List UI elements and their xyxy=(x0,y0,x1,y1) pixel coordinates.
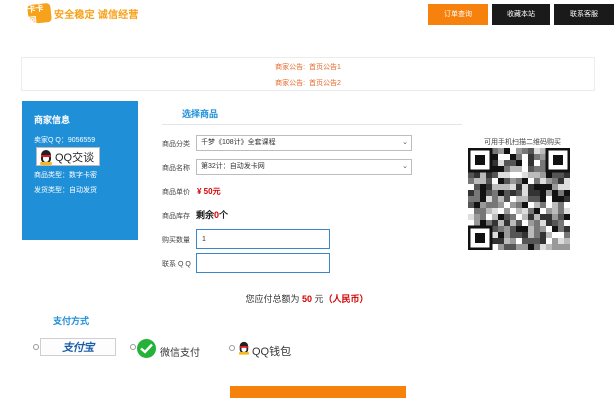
nav-order-query-button[interactable]: 订单查询 xyxy=(428,4,488,25)
alipay-option[interactable]: 支付宝 xyxy=(40,338,116,356)
qr-code-icon xyxy=(468,148,570,250)
logo-slogan: 安全稳定 诚信经营 xyxy=(54,9,139,21)
logo-mark: 卡卡网 xyxy=(27,2,52,24)
notice-line: 商家公告: 首页公告2 xyxy=(22,78,594,88)
stock-value: 剩余0个 xyxy=(196,208,228,221)
qq-penguin-icon xyxy=(238,341,251,356)
nav-bookmark-button[interactable]: 收藏本站 xyxy=(492,4,550,25)
merchant-qq: 卖家Q Q：9056559 xyxy=(34,137,96,144)
notice-text: 首页公告1 xyxy=(308,64,341,71)
stock-label: 商品库存 xyxy=(162,213,190,220)
wechat-pay-icon xyxy=(137,339,156,358)
chevron-down-icon: ⌄ xyxy=(402,163,408,170)
total-amount: 50 xyxy=(301,294,312,304)
total-amount-line: 您应付总额为 50 元（人民币） xyxy=(0,292,614,305)
total-unit: 元 xyxy=(314,294,324,304)
quantity-label: 购买数量 xyxy=(162,237,190,244)
alipay-radio[interactable] xyxy=(33,344,39,350)
select-product-title: 选择商品 xyxy=(182,109,219,119)
stock-prefix: 剩余 xyxy=(196,210,215,220)
stock-unit: 个 xyxy=(219,210,229,220)
notice-text: 首页公告2 xyxy=(308,80,341,87)
notice-prefix: 商家公告: xyxy=(275,80,306,87)
product-name-selected-value: 第32计：自动发卡网 xyxy=(201,163,265,170)
chevron-down-icon: ⌄ xyxy=(402,139,408,146)
site-logo[interactable]: 卡卡网 安全稳定 诚信经营 xyxy=(27,2,139,24)
qq-penguin-icon xyxy=(39,149,53,165)
qr-code-image xyxy=(468,148,570,250)
qq-wallet-radio[interactable] xyxy=(229,345,235,351)
payment-method-title: 支付方式 xyxy=(53,316,90,326)
contact-qq-input[interactable] xyxy=(196,253,330,273)
order-page: 卡卡网 安全稳定 诚信经营 订单查询 收藏本站 联系客服 商家公告: 首页公告1… xyxy=(0,0,614,416)
category-selected-value: 千梦《108计》全套课程 xyxy=(201,139,276,146)
total-prefix: 您应付总额为 xyxy=(245,294,300,304)
category-select[interactable]: 千梦《108计》全套课程 ⌄ xyxy=(196,135,412,151)
product-name-select[interactable]: 第32计：自动发卡网 ⌄ xyxy=(196,159,412,175)
merchant-product-type: 商品类型：数字卡密 xyxy=(34,172,97,179)
wechat-pay-label[interactable]: 微信支付 xyxy=(160,344,200,359)
contact-qq-label: 联系 Q Q xyxy=(162,261,191,268)
unit-price-label: 商品单价 xyxy=(162,189,190,196)
notice-board: 商家公告: 首页公告1 商家公告: 首页公告2 xyxy=(21,57,595,91)
merchant-info-panel: 商家信息 卖家Q Q：9056559 商品类型：数字卡密 发货类型：自动发货 xyxy=(22,101,138,240)
product-name-label: 商品名称 xyxy=(162,165,190,172)
section-divider xyxy=(162,124,462,125)
quantity-input[interactable] xyxy=(196,229,330,249)
notice-line: 商家公告: 首页公告1 xyxy=(22,62,594,72)
qq-chat-label: QQ交谈 xyxy=(55,151,95,164)
qr-caption: 可用手机扫描二维码购买 xyxy=(484,139,561,146)
wechat-pay-radio[interactable] xyxy=(130,344,136,350)
merchant-title: 商家信息 xyxy=(34,115,71,125)
top-navigation: 订单查询 收藏本站 联系客服 xyxy=(428,4,614,25)
qq-wallet-label[interactable]: QQ钱包 xyxy=(252,343,291,359)
nav-contact-service-button[interactable]: 联系客服 xyxy=(554,4,614,25)
merchant-delivery-type: 发货类型：自动发货 xyxy=(34,187,97,194)
qq-chat-button[interactable]: QQ交谈 xyxy=(36,147,100,166)
total-currency: （人民币） xyxy=(323,294,369,304)
alipay-logo: 支付宝 xyxy=(62,342,94,354)
unit-price-value: ¥ 50元 xyxy=(197,187,221,196)
category-label: 商品分类 xyxy=(162,141,190,148)
submit-order-button[interactable] xyxy=(230,386,406,398)
notice-prefix: 商家公告: xyxy=(275,64,306,71)
